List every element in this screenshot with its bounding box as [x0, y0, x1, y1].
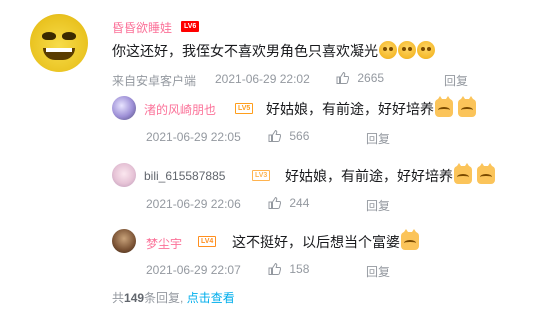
face-emoji-icon: [398, 41, 416, 59]
avatar-eye-left: [42, 32, 56, 40]
reply-like-count: 244: [289, 196, 310, 210]
reply-like-button[interactable]: 244: [268, 196, 309, 210]
reply-text: 这不挺好，以后想当个富婆: [232, 234, 400, 250]
reply-text: 好姑娘，有前途，好好培养: [266, 101, 434, 117]
reply-like-count: 158: [289, 262, 310, 276]
more-replies-suffix: 条回复,: [144, 291, 184, 305]
more-replies-count: 149: [124, 291, 145, 305]
reply-username[interactable]: 渚的风崎朋也: [144, 101, 216, 118]
main-comment-like-count: 2665: [357, 71, 385, 85]
reply-level-badge: LV5: [235, 103, 254, 114]
reply-level-badge: LV4: [198, 236, 217, 247]
reply-date: 2021-06-29 22:06: [146, 197, 241, 211]
main-comment-source: 来自安卓客户端: [112, 74, 197, 88]
reply-reply-button[interactable]: 回复: [366, 263, 390, 280]
reply-like-count: 566: [289, 129, 310, 143]
cat-emoji-icon: [401, 229, 419, 250]
reply-like-button[interactable]: 566: [268, 129, 309, 143]
reply-date: 2021-06-29 22:05: [146, 130, 241, 144]
reply-text-row: 好姑娘，有前途，好好培养: [285, 163, 495, 186]
reply-reply-button[interactable]: 回复: [366, 197, 390, 214]
main-comment-text-row: 你这还好，我侄女不喜欢男角色只喜欢凝光: [112, 41, 435, 61]
more-replies-row: 共149条回复, 点击查看: [112, 289, 235, 306]
main-comment-like-button[interactable]: 2665: [336, 71, 384, 85]
reply-text-row: 这不挺好，以后想当个富婆: [232, 229, 419, 252]
more-replies-prefix: 共: [112, 291, 125, 305]
avatar-eye-right: [62, 32, 76, 40]
main-comment-text: 你这还好，我侄女不喜欢男角色只喜欢凝光: [112, 43, 378, 59]
avatar-teeth: [46, 48, 72, 52]
view-all-replies-link[interactable]: 点击查看: [187, 291, 235, 305]
reply-avatar[interactable]: [112, 96, 136, 120]
main-comment-username[interactable]: 昏昏欲睡娃: [112, 19, 172, 36]
face-emoji-icon: [379, 41, 397, 59]
cat-emoji-icon: [454, 163, 472, 184]
reply-text-row: 好姑娘，有前途，好好培养: [266, 96, 476, 119]
cat-emoji-icon: [435, 96, 453, 117]
thumb-up-icon: [336, 72, 349, 84]
reply-text: 好姑娘，有前途，好好培养: [285, 168, 453, 184]
reply-username[interactable]: 梦尘宇: [146, 235, 182, 252]
cat-emoji-icon: [476, 163, 495, 184]
reply-avatar[interactable]: [112, 229, 136, 253]
reply-reply-button[interactable]: 回复: [366, 130, 390, 147]
reply-date: 2021-06-29 22:07: [146, 263, 241, 277]
reply-avatar[interactable]: [112, 163, 136, 187]
main-comment-date: 2021-06-29 22:02: [215, 72, 310, 86]
cat-emoji-icon: [457, 96, 476, 117]
thumb-up-icon: [268, 130, 281, 142]
reply-like-button[interactable]: 158: [268, 262, 309, 276]
reply-username[interactable]: bili_615587885: [144, 169, 225, 183]
face-emoji-icon: [417, 41, 435, 59]
thumb-up-icon: [268, 197, 281, 209]
thumb-up-icon: [268, 263, 281, 275]
reply-level-badge: LV3: [252, 170, 271, 181]
main-comment-level-badge: LV6: [181, 21, 200, 32]
main-comment-reply-button[interactable]: 回复: [444, 72, 468, 89]
main-comment-avatar[interactable]: [30, 14, 88, 72]
